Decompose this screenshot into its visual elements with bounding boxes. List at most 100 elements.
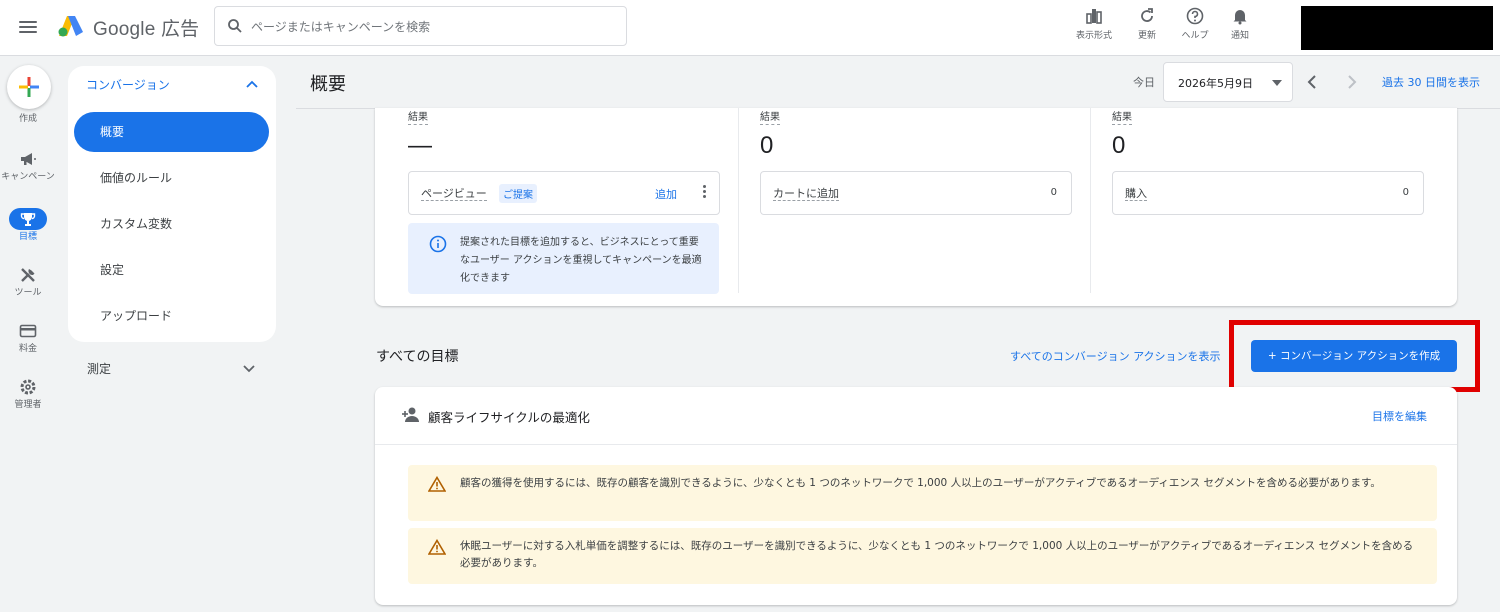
page-title: 概要 <box>310 74 346 95</box>
warning-text: 休眠ユーザーに対する入札単価を調整するには、既存のユーザーを識別できるように、少… <box>460 540 1414 569</box>
credit-card-icon <box>19 324 37 338</box>
result-label: 結果 <box>408 112 428 125</box>
column-divider <box>738 108 739 293</box>
lifecycle-title: 顧客ライフサイクルの最適化 <box>428 410 590 425</box>
left-rail: 作成 キャンペーン 目標 ツール 料金 管理者 <box>0 56 56 612</box>
info-text: 提案された目標を追加すると、ビジネスにとって重要なユーザー アクションを重視して… <box>460 237 702 284</box>
megaphone-icon <box>21 153 36 165</box>
view-format-icon <box>1086 9 1102 24</box>
view-format-button[interactable]: 表示形式 <box>1068 4 1120 48</box>
metric-name: カートに追加 <box>773 187 839 201</box>
result-column-add-to-cart: 結果 0 カートに追加 0 <box>760 108 1090 298</box>
date-value: 2026年5月9日 <box>1178 77 1253 90</box>
rail-campaigns[interactable]: キャンペーン <box>0 148 56 183</box>
brand-title: Google 広告 <box>93 14 199 41</box>
warning-text: 顧客の獲得を使用するには、既存の顧客を識別できるように、少なくとも 1 つのネッ… <box>460 477 1381 489</box>
top-bar: Google 広告 表示形式 更新 ヘルプ 通知 <box>0 0 1500 56</box>
conversion-subnav: コンバージョン 概要 価値のルール カスタム変数 設定 アップロード <box>68 66 276 342</box>
subnav-item-overview[interactable]: 概要 <box>74 112 269 152</box>
measure-label: 測定 <box>87 362 112 376</box>
tools-icon <box>21 268 35 282</box>
person-add-icon <box>402 407 419 422</box>
create-conversion-action-button[interactable]: + コンバージョン アクションを作成 <box>1251 340 1457 372</box>
more-options-icon[interactable] <box>699 183 709 203</box>
subnav-item-custom-variables[interactable]: カスタム変数 <box>74 204 269 244</box>
rail-goals-label: 目標 <box>18 232 37 242</box>
info-icon <box>429 235 447 253</box>
all-goals-title: すべての目標 <box>376 349 459 365</box>
account-redacted[interactable] <box>1301 6 1493 50</box>
metric-count: 0 <box>1402 187 1409 198</box>
refresh-icon <box>1141 8 1153 22</box>
warning-icon <box>428 539 446 555</box>
subnav-item-settings[interactable]: 設定 <box>74 250 269 290</box>
search-input[interactable] <box>251 16 611 38</box>
metric-box-purchase: 購入 0 <box>1112 171 1424 215</box>
result-value: — <box>408 132 432 159</box>
subnav-item-value-rules[interactable]: 価値のルール <box>74 158 269 198</box>
warning-banner: 顧客の獲得を使用するには、既存の顧客を識別できるように、少なくとも 1 つのネッ… <box>408 465 1437 521</box>
menu-icon[interactable] <box>14 14 42 40</box>
rail-tools-label: ツール <box>14 288 42 298</box>
suggestion-info-box: 提案された目標を追加すると、ビジネスにとって重要なユーザー アクションを重視して… <box>408 223 719 294</box>
notifications-button[interactable]: 通知 <box>1214 4 1266 48</box>
subnav-section-measurement[interactable]: 測定 <box>87 360 259 380</box>
settings-icon <box>20 379 36 395</box>
rail-billing[interactable]: 料金 <box>0 320 56 355</box>
rail-campaigns-label: キャンペーン <box>1 172 55 182</box>
brand-google: Google <box>93 19 156 40</box>
rail-billing-label: 料金 <box>18 344 37 354</box>
today-label: 今日 <box>1133 76 1155 89</box>
lifecycle-header: 顧客ライフサイクルの最適化 目標を編集 <box>375 387 1457 445</box>
result-column-pageview: 結果 — ページビュー ご提案 追加 提案された目標を追加すると、ビジネスにとっ… <box>375 108 720 298</box>
rail-admin-label: 管理者 <box>14 400 42 410</box>
result-label: 結果 <box>1112 112 1132 125</box>
rail-tools[interactable]: ツール <box>0 264 56 299</box>
create-fab[interactable] <box>7 65 51 109</box>
previous-period-icon[interactable] <box>1302 72 1322 92</box>
metric-name: ページビュー <box>421 187 487 201</box>
result-label: 結果 <box>760 112 780 125</box>
help-icon <box>1186 7 1204 25</box>
bell-icon <box>1233 10 1247 25</box>
next-period-icon[interactable] <box>1342 72 1362 92</box>
subnav-section-label: コンバージョン <box>86 78 170 92</box>
notifications-label: 通知 <box>1230 31 1249 41</box>
rail-create[interactable]: 作成 <box>0 114 56 125</box>
edit-goal-link[interactable]: 目標を編集 <box>1372 408 1427 424</box>
view-all-conversion-actions-link[interactable]: すべてのコンバージョン アクションを表示 <box>1010 348 1221 364</box>
brand-ads: 広告 <box>160 19 200 40</box>
result-value: 0 <box>1112 132 1126 159</box>
chevron-down-icon <box>243 365 255 373</box>
chevron-up-icon <box>246 80 258 88</box>
search-icon <box>228 19 242 33</box>
metric-box-add-to-cart: カートに追加 0 <box>760 171 1072 215</box>
plus-icon <box>19 77 39 97</box>
subnav-item-upload[interactable]: アップロード <box>74 296 269 336</box>
subnav-section-conversions[interactable]: コンバージョン <box>86 76 268 96</box>
dropdown-arrow-icon <box>1272 80 1282 86</box>
refresh-button[interactable]: 更新 <box>1121 4 1173 48</box>
refresh-label: 更新 <box>1137 31 1156 41</box>
trophy-icon <box>20 213 36 226</box>
suggestion-chip: ご提案 <box>499 184 537 203</box>
metric-count: 0 <box>1050 187 1057 198</box>
search-box[interactable] <box>214 6 627 46</box>
result-column-purchase: 結果 0 購入 0 <box>1112 108 1442 298</box>
rail-goals[interactable]: 目標 <box>0 208 56 243</box>
warning-icon <box>428 476 446 492</box>
google-ads-logo <box>58 16 83 37</box>
rail-create-label: 作成 <box>18 114 37 124</box>
column-divider <box>1090 108 1091 293</box>
metric-name: 購入 <box>1125 187 1147 201</box>
results-card: 結果 — ページビュー ご提案 追加 提案された目標を追加すると、ビジネスにとっ… <box>375 108 1457 306</box>
view-format-label: 表示形式 <box>1075 31 1112 41</box>
rail-admin[interactable]: 管理者 <box>0 376 56 411</box>
view-last-30-days-link[interactable]: 過去 30 日間を表示 <box>1382 74 1480 90</box>
customer-lifecycle-card: 顧客ライフサイクルの最適化 目標を編集 顧客の獲得を使用するには、既存の顧客を識… <box>375 387 1457 605</box>
date-selector[interactable]: 2026年5月9日 <box>1163 62 1293 102</box>
warning-banner: 休眠ユーザーに対する入札単価を調整するには、既存のユーザーを識別できるように、少… <box>408 528 1437 584</box>
result-value: 0 <box>760 132 774 159</box>
metric-box-pageview: ページビュー ご提案 追加 <box>408 171 720 215</box>
add-goal-link[interactable]: 追加 <box>655 186 677 202</box>
